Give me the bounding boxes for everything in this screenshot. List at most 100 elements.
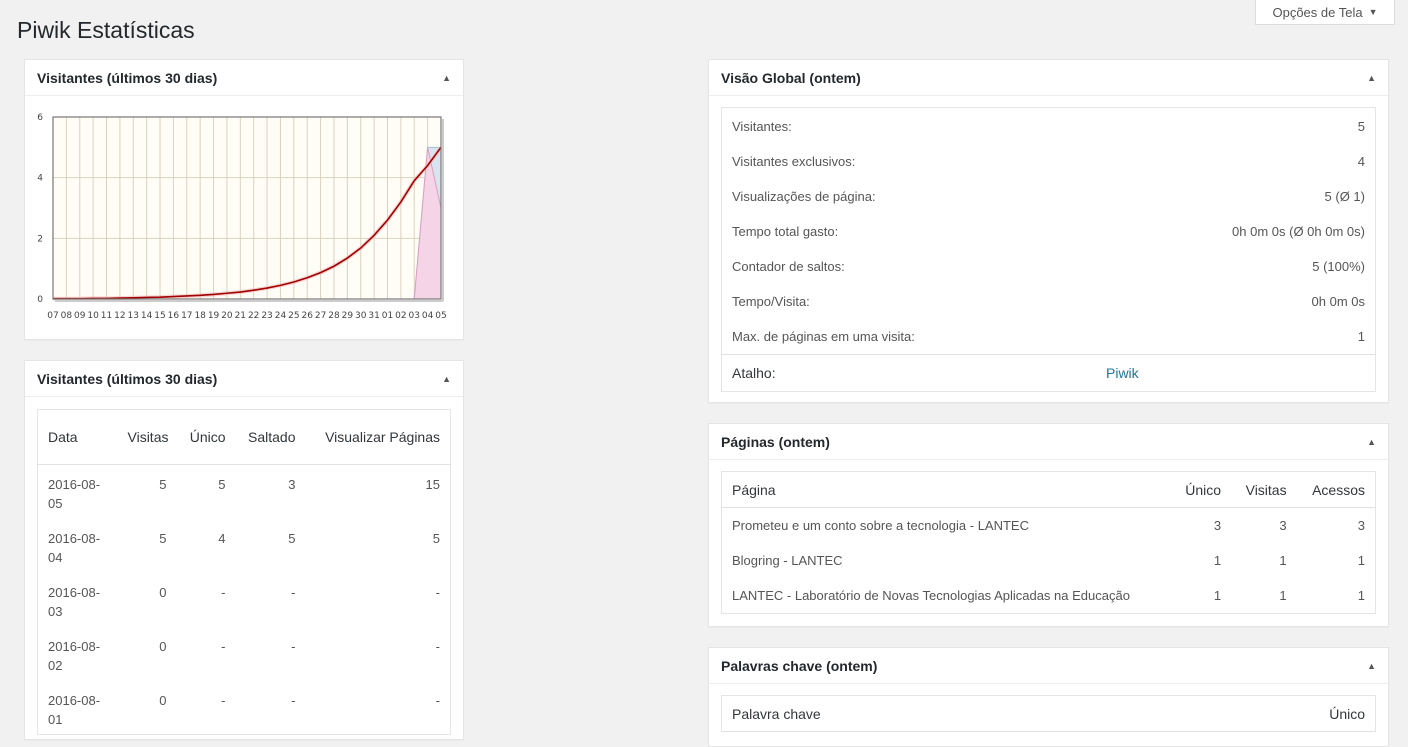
widget-header[interactable]: Palavras chave (ontem) ▲ (709, 648, 1388, 684)
plot-background (53, 117, 441, 299)
table-cell: 2016-08-03 (48, 584, 101, 619)
collapse-arrow-icon[interactable]: ▲ (442, 73, 451, 83)
screen-options-label: Opções de Tela (1272, 4, 1363, 20)
x-tick-label: 03 (409, 311, 420, 321)
overview-value: 5 (Ø 1) (1324, 189, 1365, 204)
table-cell: 2016-08-05 (48, 477, 101, 511)
table-cell: - (221, 692, 226, 708)
overview-row: Visitantes: 5 (722, 109, 1375, 144)
x-tick-label: 07 (47, 311, 58, 321)
x-tick-label: 16 (168, 311, 180, 321)
collapse-arrow-icon[interactable]: ▲ (1367, 73, 1376, 83)
table-cell: 5 (288, 530, 296, 546)
table-cell: 3 (288, 477, 296, 492)
x-tick-label: 30 (355, 311, 367, 321)
overview-label: Max. de páginas em uma visita: (732, 329, 915, 344)
column-header-3: Acessos (1296, 471, 1376, 508)
overview-widget: Visão Global (ontem) ▲ Visitantes: 5 Visit… (708, 59, 1389, 403)
overview-row: Contador de saltos: 5 (100%) (722, 249, 1375, 284)
table-cell: 2016-08-04 (48, 530, 101, 565)
table-cell: 2016-08-01 (48, 692, 101, 727)
overview-label: Visitantes exclusivos: (732, 154, 856, 169)
pages-table: Página Único Visitas Acessos Prometeu e um … (721, 471, 1376, 614)
table-cell: - (221, 638, 226, 654)
x-tick-label: 11 (101, 311, 112, 321)
x-tick-label: 04 (422, 311, 434, 321)
table-cell: - (291, 584, 296, 600)
table-cell: 1 (1357, 588, 1365, 603)
x-tick-label: 08 (61, 311, 73, 321)
table-cell: Blogring - LANTEC (732, 553, 843, 568)
table-cell: 15 (425, 477, 440, 492)
table-cell: 1 (1279, 588, 1287, 603)
x-tick-label: 02 (395, 311, 406, 321)
table-cell: 1 (1213, 553, 1222, 568)
table-cell: 0 (159, 692, 167, 708)
table-cell: - (291, 692, 296, 708)
keywords-widget: Palavras chave (ontem) ▲ Palavra chave Ún… (708, 647, 1389, 747)
x-tick-label: 27 (315, 311, 326, 321)
x-tick-label: 25 (288, 311, 299, 321)
x-tick-label: 24 (275, 311, 287, 321)
table-cell: 4 (218, 530, 226, 546)
widget-header[interactable]: Visitantes (últimos 30 dias) ▲ (25, 361, 463, 397)
table-row: 2016-08-02 0 - - - (38, 627, 451, 681)
table-row: 2016-08-01 0 - - - (38, 681, 451, 735)
x-tick-label: 28 (328, 311, 340, 321)
chevron-down-icon: ▼ (1368, 7, 1378, 17)
table-row: 2016-08-05 5 5 3 15 (38, 465, 451, 519)
table-cell: - (221, 584, 226, 600)
widget-header[interactable]: Visão Global (ontem) ▲ (709, 60, 1388, 96)
shortcut-label: Atalho: (732, 365, 776, 381)
overview-label: Visualizações de página: (732, 189, 876, 204)
y-tick-label: 0 (37, 295, 43, 305)
collapse-arrow-icon[interactable]: ▲ (442, 374, 451, 384)
table-cell: 3 (1279, 518, 1287, 533)
y-tick-label: 6 (37, 113, 43, 123)
page-title: Piwik Estatísticas (17, 17, 195, 43)
table-cell: 3 (1213, 518, 1222, 533)
x-tick-label: 05 (435, 311, 446, 321)
overview-row: Tempo/Visita: 0h 0m 0s (722, 284, 1375, 319)
widget-header[interactable]: Visitantes (últimos 30 dias) ▲ (25, 60, 463, 96)
column-header-0: Data (37, 409, 118, 465)
column-header-0: Palavra chave (721, 695, 1154, 732)
table-row: LANTEC - Laboratório de Novas Tecnologia… (722, 578, 1376, 614)
visitors-chart-widget: Visitantes (últimos 30 dias) ▲ 0 2 4 6 07 08 0… (24, 59, 464, 340)
x-tick-label: 12 (114, 311, 125, 321)
y-tick-label: 4 (37, 174, 43, 184)
overview-row: Visitantes exclusivos: 4 (722, 144, 1375, 179)
collapse-arrow-icon[interactable]: ▲ (1367, 661, 1376, 671)
x-tick-label: 13 (128, 311, 139, 321)
screen-options-button[interactable]: Opções de Tela ▼ (1255, 0, 1395, 25)
overview-value: 5 (100%) (1312, 259, 1365, 274)
overview-label: Contador de saltos: (732, 259, 845, 274)
table-cell: 3 (1357, 518, 1365, 533)
collapse-arrow-icon[interactable]: ▲ (1367, 437, 1376, 447)
column-header-1: Único (1171, 471, 1232, 508)
overview-label: Visitantes: (732, 119, 792, 134)
overview-row: Max. de páginas em uma visita: 1 (722, 319, 1375, 354)
overview-list: Visitantes: 5 Visitantes exclusivos: 4 Visua… (721, 107, 1376, 392)
column-header-2: Único (176, 409, 236, 465)
widget-title: Visitantes (últimos 30 dias) (37, 370, 218, 387)
column-header-0: Página (721, 471, 1172, 508)
widget-title: Palavras chave (ontem) (721, 657, 878, 674)
table-cell: - (291, 638, 296, 654)
table-cell: 0 (159, 584, 167, 600)
x-tick-label: 31 (368, 311, 379, 321)
visitors-table-widget: Visitantes (últimos 30 dias) ▲ Data Visit… (24, 360, 464, 740)
x-tick-label: 22 (248, 311, 259, 321)
table-cell: 1 (1279, 553, 1287, 568)
x-tick-label: 23 (261, 311, 272, 321)
table-row: 2016-08-04 5 4 5 5 (38, 519, 451, 573)
column-header-3: Saltado (235, 409, 306, 465)
piwik-link[interactable]: Piwik (1106, 365, 1139, 381)
widget-header[interactable]: Páginas (ontem) ▲ (709, 424, 1388, 460)
overview-row: Tempo total gasto: 0h 0m 0s (Ø 0h 0m 0s) (722, 214, 1375, 249)
x-tick-label: 15 (154, 311, 165, 321)
table-cell: 5 (218, 477, 226, 492)
table-cell: 0 (159, 638, 167, 654)
keywords-table: Palavra chave Único (721, 695, 1376, 732)
widget-title: Páginas (ontem) (721, 433, 830, 450)
